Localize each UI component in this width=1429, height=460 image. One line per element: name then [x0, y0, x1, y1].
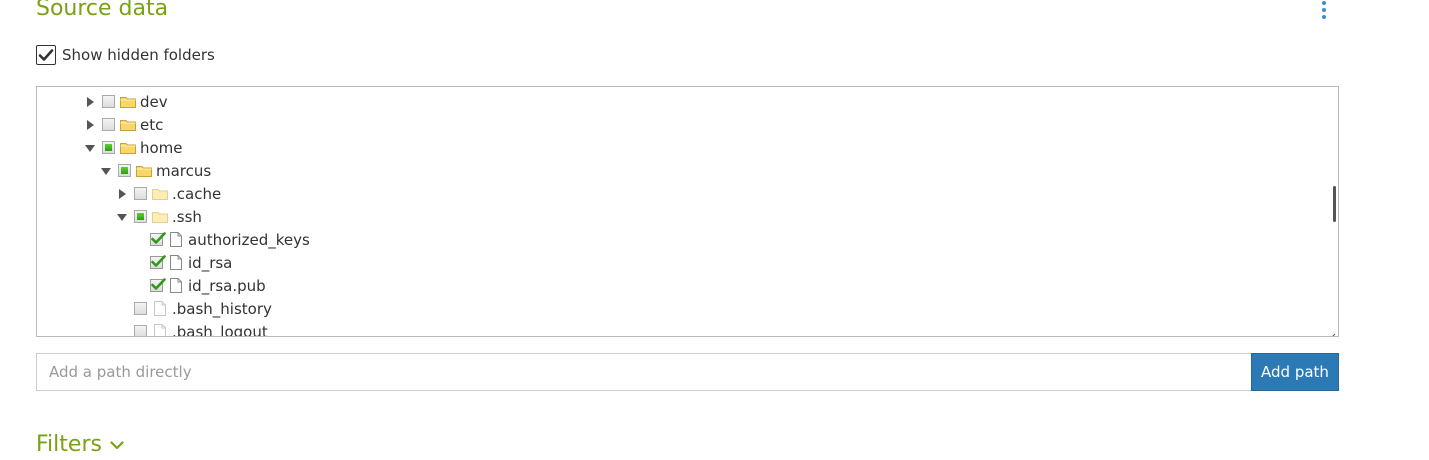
tree-checkbox[interactable]: [150, 232, 166, 246]
folder-icon: [120, 118, 136, 132]
checkmark-icon: [151, 278, 166, 290]
show-hidden-checkbox[interactable]: [36, 45, 56, 65]
hidden-folder-icon: [152, 210, 168, 224]
kebab-menu-icon[interactable]: [1318, 0, 1330, 20]
expand-arrow-icon[interactable]: [116, 188, 128, 200]
path-input[interactable]: [36, 353, 1251, 391]
tree-node-id-rsa[interactable]: id_rsa: [132, 251, 232, 274]
show-hidden-folders-toggle[interactable]: Show hidden folders: [36, 45, 215, 65]
checkmark-icon: [38, 49, 54, 61]
hidden-folder-icon: [152, 187, 168, 201]
chevron-down-icon: [110, 440, 124, 450]
folder-icon: [120, 95, 136, 109]
tree-node-label: authorized_keys: [188, 230, 310, 249]
tree-checkbox[interactable]: [118, 164, 131, 177]
tree-node-marcus[interactable]: marcus: [100, 159, 211, 182]
tree-node-label: marcus: [156, 161, 212, 180]
tree-scrollbar-thumb[interactable]: [1333, 186, 1336, 222]
folder-open-icon: [120, 141, 136, 155]
resize-grip-icon[interactable]: [1328, 326, 1336, 336]
tree-node-authorized-keys[interactable]: authorized_keys: [132, 228, 310, 251]
tree-node-etc[interactable]: etc: [84, 113, 163, 136]
tree-node-label: id_rsa.pub: [188, 276, 266, 295]
file-icon: [168, 255, 184, 270]
tree-node-home[interactable]: home: [84, 136, 183, 159]
checkmark-icon: [151, 255, 166, 267]
checkmark-icon: [151, 232, 166, 244]
tree-node-label: id_rsa: [188, 253, 233, 272]
tree-node-label: .bash_history: [172, 299, 272, 318]
tree-node-bash-history[interactable]: .bash_history: [116, 297, 272, 320]
tree-checkbox[interactable]: [150, 255, 166, 269]
tree-checkbox[interactable]: [134, 302, 147, 315]
filters-title: Filters: [36, 432, 102, 457]
hidden-file-icon: [152, 301, 168, 316]
hidden-file-icon: [152, 324, 168, 336]
folder-open-icon: [136, 164, 152, 178]
tree-node-cache[interactable]: .cache: [116, 182, 221, 205]
tree-node-dev[interactable]: dev: [84, 90, 168, 113]
filters-toggle[interactable]: Filters: [36, 430, 124, 460]
tree-node-id-rsa-pub[interactable]: id_rsa.pub: [132, 274, 266, 297]
collapse-arrow-icon[interactable]: [84, 142, 96, 154]
add-path-row: Add path: [36, 353, 1339, 391]
tree-node-label: etc: [140, 115, 164, 134]
file-tree[interactable]: dev etc home marcus .cache .ssh authoriz…: [36, 86, 1339, 337]
tree-checkbox[interactable]: [150, 278, 166, 292]
tree-checkbox[interactable]: [134, 210, 147, 223]
tree-node-bash-logout[interactable]: .bash_logout: [116, 320, 268, 337]
tree-node-label: .bash_logout: [172, 322, 268, 337]
tree-checkbox[interactable]: [102, 141, 115, 154]
tree-checkbox[interactable]: [134, 187, 147, 200]
tree-checkbox[interactable]: [102, 95, 115, 108]
collapse-arrow-icon[interactable]: [100, 165, 112, 177]
file-icon: [168, 278, 184, 293]
tree-checkbox[interactable]: [134, 325, 147, 336]
tree-node-ssh[interactable]: .ssh: [116, 205, 202, 228]
file-icon: [168, 232, 184, 247]
expand-arrow-icon[interactable]: [84, 119, 96, 131]
tree-node-label: .ssh: [172, 207, 202, 226]
tree-checkbox[interactable]: [102, 118, 115, 131]
expand-arrow-icon[interactable]: [84, 96, 96, 108]
collapse-arrow-icon[interactable]: [116, 211, 128, 223]
tree-node-label: dev: [140, 92, 168, 111]
tree-node-label: .cache: [172, 184, 222, 203]
page-title: Source data: [36, 0, 169, 21]
tree-node-label: home: [140, 138, 183, 157]
add-path-button[interactable]: Add path: [1251, 353, 1339, 391]
show-hidden-label: Show hidden folders: [62, 46, 215, 64]
